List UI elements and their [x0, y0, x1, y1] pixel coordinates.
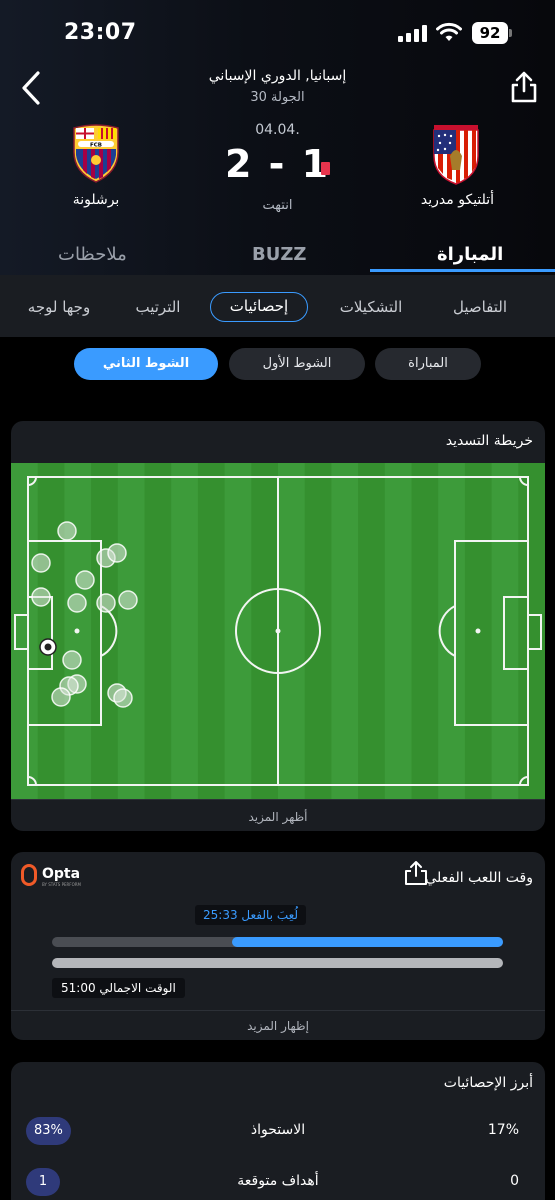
tab-statistics[interactable]: إحصائيات	[210, 292, 308, 322]
shot-marker[interactable]	[31, 553, 51, 573]
battery-icon: 92	[472, 22, 512, 44]
shot-map-show-more[interactable]: أظهر المزيد	[11, 810, 545, 824]
shot-marker[interactable]	[31, 587, 51, 607]
match-round: الجولة 30	[250, 90, 305, 105]
cellular-signal-icon	[398, 24, 430, 42]
shot-map-pitch	[11, 463, 545, 799]
total-time-bar	[52, 958, 503, 968]
shot-marker[interactable]	[107, 543, 127, 563]
tab-details[interactable]: التفاصيل	[440, 292, 520, 322]
tab-lineups[interactable]: التشكيلات	[330, 292, 412, 322]
shot-marker[interactable]	[57, 521, 77, 541]
away-team-name[interactable]: أتلتيكو مدريد	[400, 192, 515, 208]
effective-time-title: وقت اللعب الفعلي	[425, 870, 533, 886]
tab-buzz[interactable]: BUZZ	[252, 244, 306, 265]
away-xg-value: 0	[510, 1173, 519, 1189]
stat-row-xg: 1 أهداف متوقعة 0	[11, 1168, 545, 1198]
score: 2 - 1	[224, 142, 331, 186]
total-time-label: الوقت الاجمالي 51:00	[52, 978, 185, 998]
shot-marker[interactable]	[62, 650, 82, 670]
tab-match[interactable]: المباراة	[437, 244, 503, 265]
red-card-icon	[321, 162, 330, 175]
opta-logo: Opta BY STATS PERFORM	[21, 864, 97, 888]
top-stats-title: أبرز الإحصائيات	[443, 1075, 533, 1091]
played-time-label: لُعِبَ بالفعل 25:33	[195, 905, 307, 925]
tab-notes[interactable]: ملاحظات	[58, 244, 127, 265]
league-name[interactable]: إسبانيا, الدوري الإسباني	[0, 68, 555, 84]
stat-label-possession: الاستحواذ	[250, 1122, 306, 1138]
battery-level: 92	[472, 22, 508, 44]
shot-marker[interactable]	[75, 570, 95, 590]
home-team-name[interactable]: برشلونة	[40, 192, 152, 208]
active-tab-indicator	[370, 269, 555, 272]
football-icon	[44, 643, 52, 651]
sub-tabs: وجها لوجه الترتيب إحصائيات التشكيلات الت…	[0, 275, 555, 337]
period-second-half[interactable]: الشوط الثاني	[74, 348, 218, 380]
opta-wordmark: Opta	[42, 866, 81, 882]
played-time-bar	[52, 937, 503, 947]
period-full-match[interactable]: المباراة	[375, 348, 481, 380]
shot-map-title: خريطة التسديد	[445, 433, 533, 449]
status-time: 23:07	[64, 20, 137, 45]
wifi-icon	[436, 22, 462, 41]
stat-label-xg: أهداف متوقعة	[237, 1173, 319, 1189]
shot-marker[interactable]	[67, 593, 87, 613]
away-possession-value: 17%	[487, 1122, 519, 1138]
shot-marker[interactable]	[113, 688, 133, 708]
top-stats-card: أبرز الإحصائيات 83% الاستحواذ 17% 1 أهدا…	[11, 1062, 545, 1200]
stat-row-possession: 83% الاستحواذ 17%	[11, 1117, 545, 1147]
opta-subline: BY STATS PERFORM	[42, 882, 81, 887]
shot-map-card: خريطة التسديد أظهر المزيد	[11, 421, 545, 831]
played-time-fill	[232, 937, 503, 947]
effective-time-card: Opta BY STATS PERFORM وقت اللعب الفعلي ل…	[11, 852, 545, 1040]
effective-time-show-more[interactable]: إظهار المزيد	[11, 1019, 545, 1033]
tab-head-to-head[interactable]: وجها لوجه	[20, 292, 98, 322]
shot-marker[interactable]	[96, 593, 116, 613]
tab-standings[interactable]: الترتيب	[128, 292, 188, 322]
shot-marker[interactable]	[51, 687, 71, 707]
period-first-half[interactable]: الشوط الأول	[229, 348, 365, 380]
shot-marker[interactable]	[118, 590, 138, 610]
